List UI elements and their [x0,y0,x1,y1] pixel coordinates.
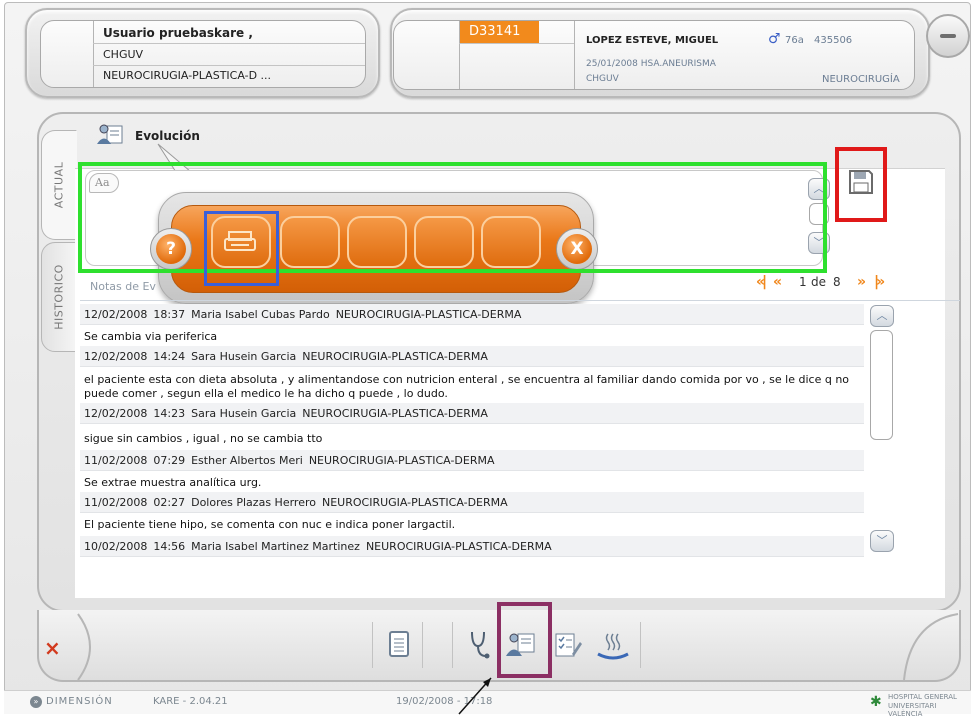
user-info-card: Usuario pruebaskare , CHGUV NEUROCIRUGIA… [40,20,366,88]
note-text: El paciente tiene hipo, se comenta con n… [84,518,456,531]
popup-slot-3[interactable] [347,216,407,268]
tab-actual[interactable]: ACTUAL [41,130,77,240]
note-meta[interactable]: 12/02/2008 18:37 Maria Isabel Cubas Pardo N… [80,304,864,325]
close-popup-button[interactable]: X [556,228,598,270]
first-page-button[interactable]: «| [756,274,767,290]
note-meta[interactable]: 12/02/2008 14:23 Sara Husein Garcia NEUROCI… [80,403,864,424]
note-text: Se cambia via periferica [84,330,218,343]
user-service: NEUROCIRUGIA-PLASTICA-D ... [103,69,272,82]
floppy-disk-icon[interactable] [847,168,875,196]
note-date: 10/02/2008 [84,540,148,553]
editor-scrollbar-thumb[interactable] [809,203,829,225]
app-version: KARE - 2.04.21 [153,696,228,707]
tab-historico[interactable]: HISTORICO [41,242,77,352]
note-date: 12/02/2008 [84,308,148,321]
note-service: NEUROCIRUGIA-PLASTICA-DERMA [302,350,488,363]
note-time: 14:24 [153,350,186,363]
admission-info: 25/01/2008 HSA.ANEURISMA [586,59,716,69]
popup-slot-5[interactable] [481,216,541,268]
last-page-button[interactable]: |» [874,274,885,290]
note-author: Esther Albertos Meri [191,454,303,467]
note-date: 12/02/2008 [84,350,148,363]
next-page-button[interactable]: » [857,274,866,290]
note-author: Dolores Plazas Herrero [191,496,316,509]
user-center: CHGUV [103,48,144,61]
note-author: Maria Isabel Martinez Martinez [191,540,360,553]
note-text: sigue sin cambios , igual , no se cambia… [84,432,323,445]
notes-label: Notas de Ev [90,280,156,293]
patient-info-card: D33141 LOPEZ ESTEVE, MIGUEL ♂ 76a 435506… [393,20,915,90]
note-time: 14:56 [153,540,186,553]
note-meta[interactable]: 12/02/2008 14:24 Sara Husein Garcia NEUROCI… [80,346,864,367]
help-button-label: ? [156,234,186,264]
font-format-tag[interactable]: Aa [89,173,119,193]
hospital-logo-icon: ✱ [870,694,882,710]
print-button[interactable] [211,216,271,268]
note-date: 11/02/2008 [84,454,148,467]
note-time: 07:29 [153,454,186,467]
user-name: Usuario pruebaskare , [103,26,253,40]
note-service: NEUROCIRUGIA-PLASTICA-DERMA [365,540,552,553]
tab-actual-label: ACTUAL [52,161,66,209]
hospital-name-line2: UNIVERSITARI VALÈNCIA [888,702,937,716]
printer-icon [224,231,256,251]
note-text: el paciente esta con dieta absoluta , y … [84,373,850,400]
note-author: Maria Isabel Cubas Pardo [191,308,330,321]
clipboard-list-icon[interactable] [378,624,420,666]
page-of-label: de [811,275,826,289]
tab-historico-label: HISTORICO [52,264,66,330]
help-button[interactable]: ? [150,228,192,270]
list-scrollbar-thumb[interactable] [870,330,893,440]
popup-slot-2[interactable] [280,216,340,268]
list-scroll-down-button[interactable]: ﹀ [870,530,894,552]
note-meta[interactable]: 11/02/2008 02:27 Dolores Plazas Herrero NEU… [80,492,864,513]
page-total: 8 [833,275,841,289]
doctor-notes-icon [96,122,124,146]
popup-slot-4[interactable] [414,216,474,268]
note-time: 14:23 [153,407,186,420]
checklist-edit-icon[interactable] [546,624,588,666]
heat-bath-icon[interactable] [592,624,634,666]
status-bar: » DIMENSIÓN KARE - 2.04.21 19/02/2008 - … [4,690,971,716]
prev-page-button[interactable]: « [773,274,782,290]
note-time: 02:27 [153,496,186,509]
close-button[interactable]: × [44,636,61,660]
status-datetime: 19/02/2008 - 17:18 [396,696,493,707]
brand-name: DIMENSIÓN [46,696,113,707]
pager: «| « 1 de 8 » |» [753,274,898,294]
patient-department: NEUROCIRUGÍA [822,74,900,85]
note-service: NEUROCIRUGIA-PLASTICA-DERMA [321,496,508,509]
note-date: 11/02/2008 [84,496,148,509]
close-popup-label: X [562,234,592,264]
editor-scroll-down-button[interactable]: ﹀ [808,232,830,254]
dimension-logo-icon: » [30,696,42,708]
male-symbol-icon: ♂ [768,31,781,47]
note-author: Sara Husein Garcia [191,407,297,420]
note-service: NEUROCIRUGIA-PLASTICA-DERMA [308,454,495,467]
note-service: NEUROCIRUGIA-PLASTICA-DERMA [302,407,488,420]
patient-center: CHGUV [586,74,619,84]
case-id-badge: D33141 [459,21,539,43]
note-meta[interactable]: 11/02/2008 07:29 Esther Albertos Meri NEURO… [80,450,864,471]
note-meta[interactable]: 10/02/2008 14:56 Maria Isabel Martinez Mar… [80,536,864,557]
note-date: 12/02/2008 [84,407,148,420]
patient-history-number: 435506 [814,35,853,46]
patient-age: 76a [785,35,804,46]
page-current: 1 [799,275,807,289]
note-time: 18:37 [153,308,186,321]
hospital-name-line1: HOSPITAL GENERAL [888,693,957,701]
note-text: Se extrae muestra analítica urg. [84,476,262,489]
list-scroll-up-button[interactable]: ︿ [870,305,894,327]
note-author: Sara Husein Garcia [191,350,297,363]
patient-name: LOPEZ ESTEVE, MIGUEL [586,35,719,46]
note-service: NEUROCIRUGIA-PLASTICA-DERMA [335,308,522,321]
doctor-notes-icon[interactable] [500,624,542,666]
editor-scroll-up-button[interactable]: ︿ [808,178,830,200]
minimize-button[interactable] [926,14,970,58]
stethoscope-icon[interactable] [458,624,500,666]
section-title: Evolución [135,129,200,143]
